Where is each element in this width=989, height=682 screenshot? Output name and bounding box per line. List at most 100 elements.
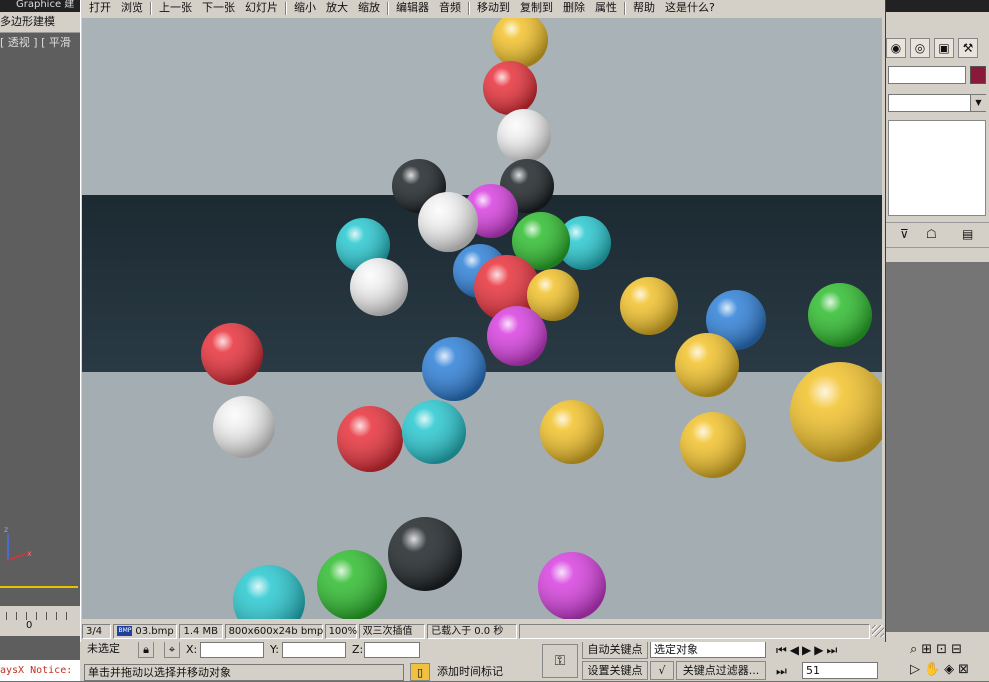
prompt-line: 单击并拖动以选择并移动对象 (84, 664, 404, 681)
configure-sets-icon[interactable]: ▤ (962, 227, 973, 241)
x-label: X: (186, 643, 198, 656)
menu-item-3[interactable]: 下一张 (197, 0, 240, 16)
viewer-status-bar: 3/4 BMP 03.bmp 1.4 MB 800x600x24b bmp 10… (80, 621, 886, 641)
key-selection-dropdown[interactable]: 选定对象 (650, 641, 766, 658)
ball-shading-18 (808, 283, 872, 347)
chevron-down-icon[interactable]: ▼ (970, 95, 986, 111)
menu-item-11[interactable]: 复制到 (515, 0, 558, 16)
viewport-nav-icons[interactable]: ⌕⊞⊡⊟ (910, 642, 966, 657)
backdrop-floor (82, 372, 882, 619)
ball-shading-2 (497, 109, 551, 163)
timeline-ruler[interactable] (0, 606, 80, 636)
hierarchy-tab-icon[interactable]: ◉ (886, 38, 906, 58)
maxscript-listener[interactable]: aysX Notice: (0, 660, 80, 681)
menu-item-1[interactable]: 浏览 (116, 0, 148, 16)
viewport-labels[interactable]: [ 透视 ] [ 平滑 (0, 34, 80, 52)
ball-shading-14 (487, 306, 547, 366)
axis-gizmo-icon: z x (4, 525, 32, 561)
auto-key-button[interactable]: 自动关键点 (582, 640, 648, 659)
object-name-field[interactable] (888, 66, 966, 84)
ball-shading-20 (675, 333, 739, 397)
motion-tab-icon[interactable]: ◎ (910, 38, 930, 58)
ball-shading-22 (337, 406, 403, 472)
lock-selection-icon[interactable]: 🔒︎ (138, 641, 154, 658)
playback-controls-icon[interactable]: ⏮◀▶▶⏭ (776, 643, 840, 658)
add-time-tag[interactable]: 添加时间标记 (434, 664, 534, 681)
viewport-label-perspective[interactable]: [ 透视 ] (0, 36, 38, 49)
pin-stack-icon[interactable]: ⊽ (900, 227, 909, 241)
menu-item-0[interactable]: 打开 (84, 0, 116, 16)
menu-item-14[interactable]: 帮助 (628, 0, 660, 16)
viewport-pan-orbit-icons[interactable]: ▷✋◈⊠ (910, 662, 973, 677)
display-tab-icon[interactable]: ▣ (934, 38, 954, 58)
image-canvas (82, 18, 882, 619)
selection-status: 未选定 (84, 641, 144, 659)
current-frame-field[interactable]: 51 (802, 662, 878, 679)
y-coordinate-field[interactable] (282, 642, 346, 658)
menu-item-15[interactable]: 这是什么? (660, 0, 720, 16)
axis-x-label: x (27, 549, 32, 558)
load-time: 已载入于 0.0 秒 (427, 623, 517, 639)
menu-separator (387, 1, 389, 15)
resize-grip[interactable] (872, 625, 884, 637)
modifier-stack-list[interactable] (888, 120, 986, 216)
modifier-stack-tools: ⊽ ☖ ▤ (886, 222, 989, 248)
command-panel-tabs: ◉ ◎ ▣ ⚒ (886, 36, 989, 60)
menu-item-8[interactable]: 编辑器 (391, 0, 434, 16)
ball-shading-30 (538, 552, 606, 619)
menu-item-9[interactable]: 音频 (434, 0, 466, 16)
menu-item-10[interactable]: 移动到 (472, 0, 515, 16)
menu-item-4[interactable]: 幻灯片 (240, 0, 283, 16)
timeline-zero-label: 0 (26, 620, 33, 631)
object-color-swatch[interactable] (970, 66, 986, 84)
image-dimensions: 800x600x24b bmp (224, 623, 323, 639)
menu-separator (468, 1, 470, 15)
time-tag-icon[interactable]: ▯ (410, 663, 430, 681)
menu-item-12[interactable]: 删除 (558, 0, 590, 16)
trash-icon[interactable]: ☖ (926, 227, 937, 241)
animation-controls: ⚿ 自动关键点 设置关键点 选定对象 √ 关键点过滤器... ⏮◀▶▶⏭ ⏭ 5… (540, 640, 989, 681)
ball-shading-29 (317, 550, 387, 619)
key-mode-toggle-icon[interactable]: ⏭ (776, 664, 787, 679)
menu-item-7[interactable]: 缩放 (353, 0, 385, 16)
menu-item-5[interactable]: 缩小 (289, 0, 321, 16)
ball-shading-16 (620, 277, 678, 335)
ball-shading-6 (418, 192, 478, 252)
utilities-tab-icon[interactable]: ⚒ (958, 38, 978, 58)
ball-shading-24 (540, 400, 604, 464)
ball-shading-1 (483, 61, 537, 115)
rendered-image (82, 18, 882, 619)
axis-z-label: z (4, 525, 8, 534)
ball-shading-15 (422, 337, 486, 401)
key-filters-button[interactable]: 关键点过滤器... (676, 661, 766, 680)
ball-shading-25 (680, 412, 746, 478)
menu-item-6[interactable]: 放大 (321, 0, 353, 16)
command-panel-top-strip (886, 0, 989, 12)
viewer-menu-bar: 打开 浏览 上一张 下一张 幻灯片 缩小 放大 缩放 编辑器 音频 移动到 复制到 删除 属性 帮助 这是什么… (84, 0, 884, 16)
x-coordinate-field[interactable] (200, 642, 264, 658)
max-title-fragment: Graphice 建 (0, 0, 80, 12)
viewport-label-smooth[interactable]: [ 平滑 (41, 36, 71, 49)
active-viewport-border (0, 586, 78, 588)
ball-shading-19 (201, 323, 263, 385)
file-name: 03.bmp (135, 625, 174, 637)
menu-item-2[interactable]: 上一张 (154, 0, 197, 16)
set-key-button[interactable]: 设置关键点 (582, 661, 648, 680)
menu-separator (624, 1, 626, 15)
command-panel-empty-area (886, 262, 989, 632)
ribbon-tab-poly-modeling[interactable]: 多边形建模 (0, 12, 80, 33)
menu-separator (150, 1, 152, 15)
status-empty-cell (519, 623, 871, 639)
zoom-level: 100% (324, 623, 357, 639)
file-size: 1.4 MB (179, 623, 223, 639)
key-tangent-icon[interactable]: √ (650, 661, 674, 680)
ball-shading-27 (388, 517, 462, 591)
absolute-mode-icon[interactable]: ⌖ (164, 641, 180, 658)
menu-separator (285, 1, 287, 15)
menu-item-13[interactable]: 属性 (590, 0, 622, 16)
y-label: Y: (270, 643, 279, 656)
max-status-bar: 未选定 🔒︎ ⌖ X: Y: Z: 单击并拖动以选择并移动对象 ▯ 添加时间标记 (80, 640, 540, 681)
z-coordinate-field[interactable] (364, 642, 420, 658)
max-left-viewport-area (0, 0, 80, 681)
key-mode-icon[interactable]: ⚿ (542, 644, 578, 678)
